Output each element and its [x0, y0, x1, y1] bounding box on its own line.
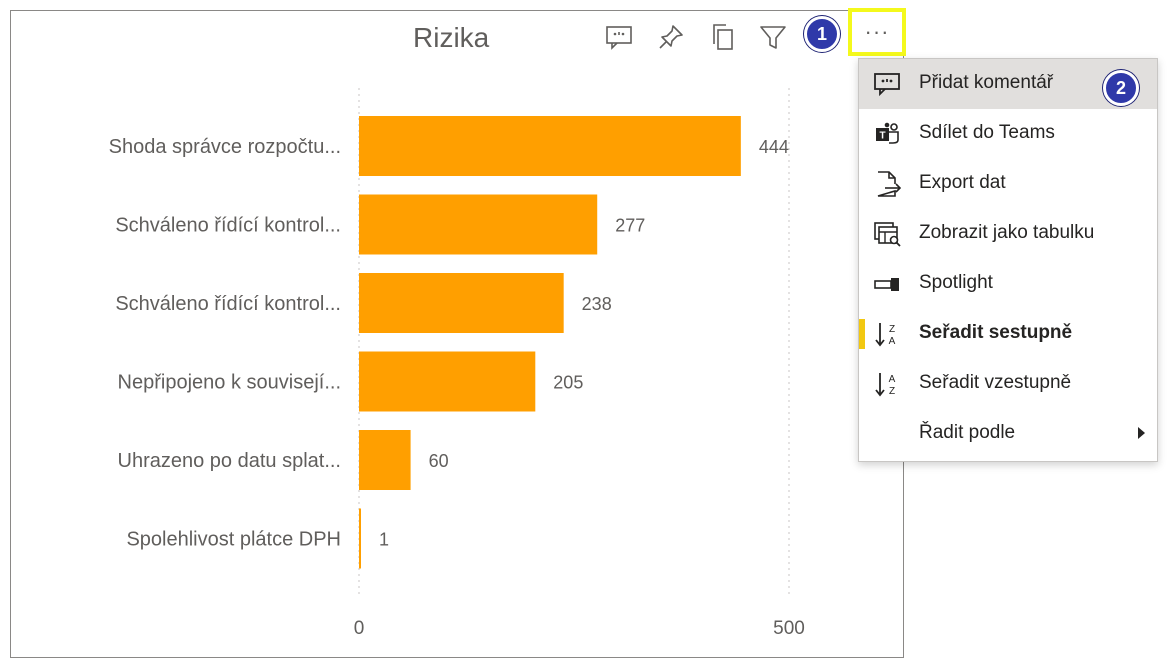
- menu-item-export-data[interactable]: Export dat: [859, 159, 1157, 209]
- menu-item-label: Export dat: [919, 172, 1006, 193]
- bar: [359, 116, 741, 176]
- category-label: Nepřipojeno k souvisejí...: [118, 372, 341, 394]
- menu-item-show-as-table[interactable]: Zobrazit jako tabulku: [859, 209, 1157, 259]
- bar: [359, 430, 411, 490]
- x-tick-label: 500: [773, 618, 805, 639]
- menu-item-sort-descending[interactable]: ZA Seřadit sestupně: [859, 309, 1157, 359]
- data-label: 1: [379, 530, 389, 550]
- menu-item-label: Zobrazit jako tabulku: [919, 222, 1095, 243]
- context-menu: Přidat komentář T Sdílet do Teams Export…: [858, 58, 1158, 462]
- data-label: 444: [759, 137, 789, 157]
- svg-text:T: T: [879, 131, 885, 142]
- menu-item-label: Seřadit sestupně: [919, 322, 1073, 343]
- step-1-badge: 1: [804, 16, 840, 52]
- menu-item-label: Přidat komentář: [919, 72, 1054, 93]
- menu-item-label: Řadit podle: [919, 422, 1016, 443]
- menu-item-label: Sdílet do Teams: [919, 122, 1055, 143]
- comment-icon: [873, 71, 901, 97]
- comment-icon[interactable]: [604, 22, 634, 52]
- menu-item-label: Spotlight: [919, 272, 993, 293]
- x-tick-label: 0: [354, 618, 365, 639]
- spotlight-icon: [873, 271, 901, 297]
- category-label: Spolehlivost plátce DPH: [126, 529, 341, 551]
- teams-icon: T: [873, 121, 901, 147]
- more-options-button[interactable]: ···: [848, 8, 906, 56]
- submenu-arrow-icon: [1138, 427, 1145, 439]
- visual-title: Rizika: [413, 22, 490, 53]
- svg-text:Z: Z: [889, 324, 895, 335]
- category-label: Uhrazeno po datu splat...: [118, 450, 341, 472]
- copy-icon[interactable]: [708, 22, 738, 52]
- menu-item-sort-by[interactable]: Řadit podle: [859, 409, 1157, 459]
- category-label: Schváleno řídící kontrol...: [115, 215, 341, 237]
- menu-item-share-teams[interactable]: T Sdílet do Teams: [859, 109, 1157, 159]
- svg-text:Z: Z: [889, 386, 895, 397]
- data-label: 277: [615, 216, 645, 236]
- active-indicator: [859, 319, 865, 349]
- table-view-icon: [873, 221, 901, 247]
- pin-icon[interactable]: [656, 22, 686, 52]
- menu-item-sort-ascending[interactable]: AZ Seřadit vzestupně: [859, 359, 1157, 409]
- export-icon: [873, 171, 902, 197]
- menu-item-spotlight[interactable]: Spotlight: [859, 259, 1157, 309]
- bar: [359, 351, 536, 412]
- category-label: Schváleno řídící kontrol...: [115, 293, 341, 315]
- data-label: 205: [553, 373, 583, 393]
- data-label: 60: [429, 451, 449, 471]
- risks-bar-chart: 0 500 Shoda správce rozpočtu... 444 Schválen…: [109, 88, 805, 639]
- svg-text:A: A: [889, 336, 896, 347]
- bar: [359, 194, 598, 255]
- step-2-badge: 2: [1103, 70, 1139, 106]
- menu-item-label: Seřadit vzestupně: [919, 372, 1072, 393]
- category-label: Shoda správce rozpočtu...: [109, 136, 341, 158]
- svg-text:A: A: [889, 374, 896, 385]
- data-label: 238: [582, 294, 612, 314]
- sort-descending-icon: ZA: [873, 321, 901, 347]
- bar: [359, 508, 361, 569]
- sort-ascending-icon: AZ: [873, 371, 901, 397]
- bar: [359, 273, 564, 333]
- filter-icon[interactable]: [758, 22, 788, 52]
